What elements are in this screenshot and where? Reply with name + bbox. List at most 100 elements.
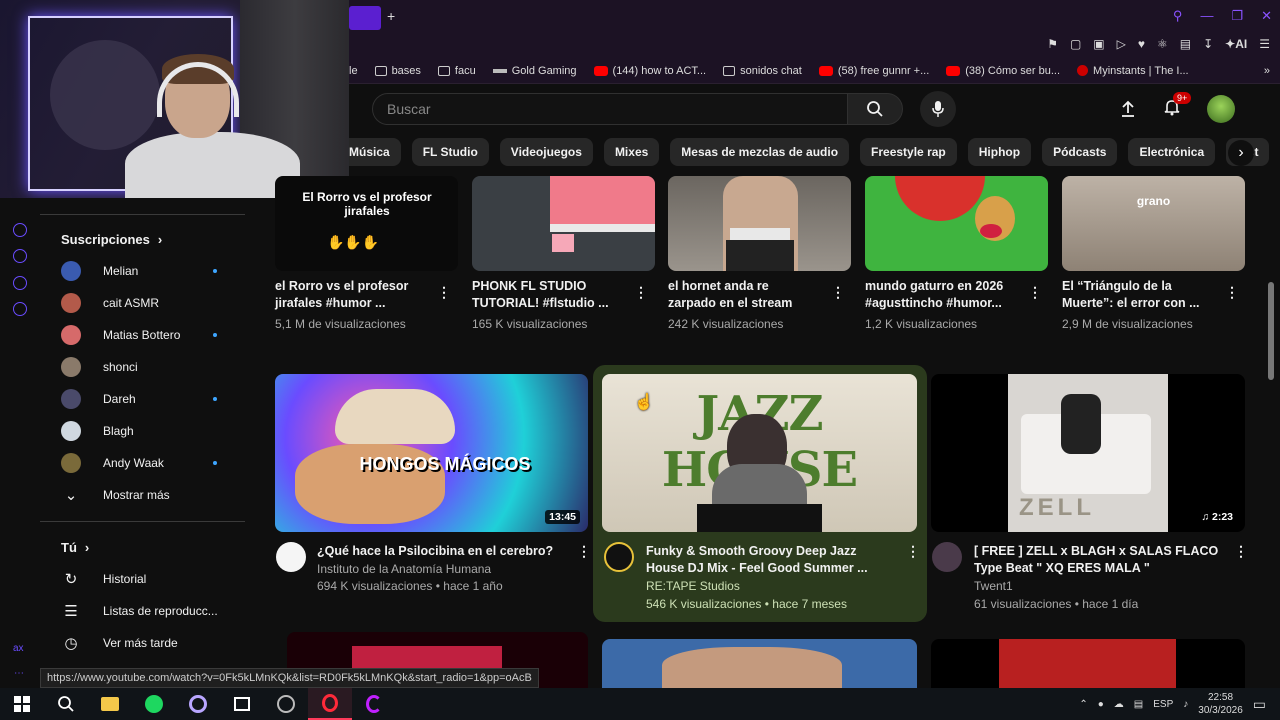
close-icon[interactable]: ✕	[1261, 8, 1272, 24]
rail-puzzle-icon[interactable]	[13, 276, 27, 290]
short-title-4[interactable]: mundo gaturro en 2026 #agusttincho #humor…	[865, 278, 1025, 312]
notifications-button[interactable]: 9+	[1163, 91, 1192, 121]
opera-icon[interactable]	[308, 688, 352, 720]
vpn-icon[interactable]: ▣	[1093, 37, 1104, 51]
more-options-icon[interactable]: ⋮	[634, 284, 648, 301]
short-thumbnail-4[interactable]	[865, 176, 1048, 271]
sidebar-item-andy-waak[interactable]: Andy Waak	[61, 447, 245, 479]
network-icon[interactable]: ▤	[1134, 699, 1143, 710]
chip-videojuegos[interactable]: Videojuegos	[499, 138, 593, 166]
chip-mesas[interactable]: Mesas de mezclas de audio	[670, 138, 850, 166]
screenshot-icon[interactable]: ▢	[1070, 37, 1081, 51]
chevron-up-icon[interactable]: ⌃	[1079, 699, 1087, 710]
short-title-5[interactable]: El “Triángulo de la Muerte”: el error con…	[1062, 278, 1222, 312]
video-thumbnail-6[interactable]	[931, 639, 1245, 688]
upload-icon[interactable]	[1119, 100, 1137, 118]
rail-ax-icon[interactable]: ax	[13, 643, 24, 654]
sidebar-item-history[interactable]: ↻ Historial	[61, 563, 245, 595]
video-title-2[interactable]: Funky & Smooth Groovy Deep Jazz House DJ …	[646, 543, 901, 577]
tab-icon[interactable]: ▤	[1180, 37, 1191, 51]
short-thumbnail-1[interactable]: El Rorro vs el profesor jirafales ✋✋✋	[275, 176, 458, 271]
more-options-icon[interactable]: ⋮	[1234, 543, 1248, 560]
bookmark-bases[interactable]: bases	[374, 65, 421, 77]
video-thumbnail-3[interactable]: ZELL ♫ 2:23	[931, 374, 1245, 532]
short-title-2[interactable]: PHONK FL STUDIO TUTORIAL! #flstudio ...	[472, 278, 632, 312]
rail-settings-icon[interactable]	[13, 302, 27, 316]
channel-avatar[interactable]	[276, 542, 306, 572]
channel-name-3[interactable]: Twent1	[974, 577, 1013, 595]
channel-avatar[interactable]	[604, 542, 634, 572]
search-input[interactable]: Buscar	[372, 93, 848, 125]
chip-fl-studio[interactable]: FL Studio	[411, 138, 489, 166]
bookmark-myinstants[interactable]: Myinstants | The I...	[1077, 65, 1189, 77]
channel-avatar[interactable]	[932, 542, 962, 572]
channel-name-2[interactable]: RE:TAPE Studios	[646, 577, 740, 595]
search-tabs-icon[interactable]: ⚲	[1173, 8, 1183, 24]
chips-next-button[interactable]: ›	[1228, 140, 1254, 166]
chip-electronica[interactable]: Electrónica	[1128, 138, 1216, 166]
menu-icon[interactable]: ☰	[1259, 37, 1270, 51]
windows-start-icon[interactable]	[0, 688, 44, 720]
microphone-icon[interactable]: ●	[1098, 699, 1104, 710]
chip-hiphop[interactable]: Hiphop	[967, 138, 1032, 166]
sidebar-item-melian[interactable]: Melian	[61, 255, 245, 287]
video-thumbnail-1[interactable]: HONGOS MÁGICOS 13:45	[275, 374, 588, 532]
bookmark-yt-3[interactable]: (38) Cómo ser bu...	[946, 65, 1060, 77]
rail-more-icon[interactable]: ⋯	[14, 668, 24, 679]
more-options-icon[interactable]: ⋮	[1225, 284, 1239, 301]
rail-clock-icon[interactable]	[13, 249, 27, 263]
opera-gx-icon[interactable]	[352, 688, 396, 720]
sidebar-item-cait-asmr[interactable]: cait ASMR	[61, 287, 245, 319]
more-options-icon[interactable]: ⋮	[577, 543, 591, 560]
chip-musica[interactable]: Música	[349, 138, 401, 166]
video-title-3[interactable]: [ FREE ] ZELL x BLAGH x SALAS FLACO Type …	[974, 543, 1232, 577]
subscriptions-header[interactable]: Suscripciones ›	[61, 232, 162, 247]
chip-freestyle[interactable]: Freestyle rap	[860, 138, 957, 166]
sidebar-item-blagh[interactable]: Blagh	[61, 415, 245, 447]
heart-icon[interactable]: ♥	[1138, 37, 1145, 51]
bookmark-sonidos[interactable]: sonidos chat	[723, 65, 802, 77]
sidebar-item-watch-later[interactable]: ◷ Ver más tarde	[61, 627, 245, 659]
video-thumbnail-2[interactable]: JAZZ HOUSE ☝	[602, 374, 917, 532]
show-more-button[interactable]: ⌄ Mostrar más	[61, 479, 245, 511]
page-scrollbar[interactable]	[1268, 282, 1274, 380]
sidebar-item-playlists[interactable]: ☰ Listas de reproducc...	[61, 595, 245, 627]
cloud-icon[interactable]: ☁	[1114, 699, 1124, 710]
sidebar-item-dareh[interactable]: Dareh	[61, 383, 245, 415]
player-icon[interactable]: ▷	[1117, 37, 1126, 51]
voice-search-button[interactable]	[920, 91, 956, 127]
search-button[interactable]	[847, 93, 903, 125]
account-avatar[interactable]	[1207, 95, 1235, 123]
sidebar-item-shonci[interactable]: shonci	[61, 351, 245, 383]
minimize-icon[interactable]: —	[1200, 8, 1213, 24]
pin-icon[interactable]: ⚑	[1047, 37, 1058, 51]
volume-icon[interactable]: ♪	[1183, 699, 1188, 710]
steam-icon[interactable]	[264, 688, 308, 720]
bookmark-yt-2[interactable]: (58) free gunnr +...	[818, 65, 929, 77]
capcut-icon[interactable]	[220, 688, 264, 720]
new-tab-button[interactable]: +	[387, 8, 395, 24]
chip-mixes[interactable]: Mixes	[603, 138, 660, 166]
spotify-icon[interactable]	[132, 688, 176, 720]
short-title-3[interactable]: el hornet anda re zarpado en el stream	[668, 278, 828, 312]
short-thumbnail-3[interactable]	[668, 176, 851, 271]
more-options-icon[interactable]: ⋮	[437, 284, 451, 301]
sidebar-item-matias-bottero[interactable]: Matias Bottero	[61, 319, 245, 351]
more-options-icon[interactable]: ⋮	[906, 543, 920, 560]
extensions-icon[interactable]: ⚛	[1157, 37, 1168, 51]
maximize-icon[interactable]: ❐	[1231, 8, 1243, 24]
rail-play-icon[interactable]	[13, 223, 27, 237]
more-options-icon[interactable]: ⋮	[831, 284, 845, 301]
short-title-1[interactable]: el Rorro vs el profesor jirafales #humor …	[275, 278, 435, 312]
download-icon[interactable]: ↧	[1203, 37, 1213, 51]
you-header[interactable]: Tú ›	[61, 540, 89, 555]
channel-name-1[interactable]: Instituto de la Anatomía Humana	[317, 560, 491, 578]
short-thumbnail-2[interactable]	[472, 176, 655, 271]
video-thumbnail-5[interactable]	[602, 639, 917, 688]
language-indicator[interactable]: ESP	[1153, 699, 1173, 710]
video-title-1[interactable]: ¿Qué hace la Psilocibina en el cerebro?	[317, 543, 572, 560]
chip-podcasts[interactable]: Pódcasts	[1042, 138, 1118, 166]
more-options-icon[interactable]: ⋮	[1028, 284, 1042, 301]
clock[interactable]: 22:58 30/3/2026	[1198, 691, 1243, 717]
bookmarks-overflow-icon[interactable]: »	[1264, 65, 1270, 77]
